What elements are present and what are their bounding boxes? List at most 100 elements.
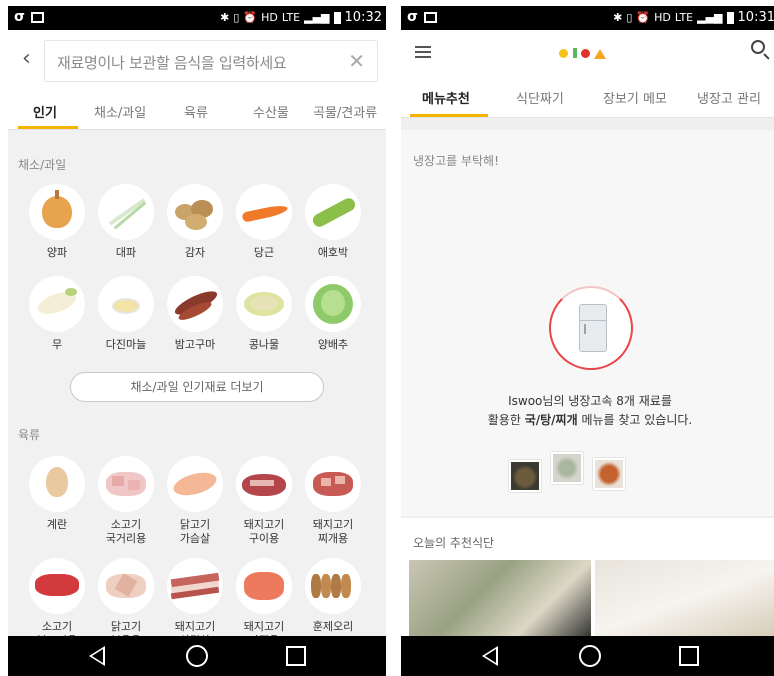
ingredient-chicken-stirfry[interactable]: 닭고기볶음용 — [93, 558, 159, 636]
bluetooth-icon: ✱ — [613, 11, 623, 24]
active-tab-indicator — [18, 126, 78, 129]
ingredient-beef-soup[interactable]: 소고기 국거리용 — [93, 456, 159, 546]
cabbage-icon — [305, 276, 361, 332]
fridge-status-message: Iswoo님의 냉장고속 8개 재료를 활용한 국/탕/찌개 메뉴를 찾고 있습… — [401, 392, 774, 430]
ingredient-minced-garlic[interactable]: 다진마늘 — [93, 276, 159, 352]
status-bar: σ ✱ ▯ ⏰ HD LTE ▂▄▆ 10:32 — [8, 6, 386, 30]
fridge-message-line1: Iswoo님의 냉장고속 8개 재료를 — [508, 394, 672, 408]
ground-pork-icon — [236, 558, 292, 614]
beef-soup-icon — [98, 456, 154, 512]
egg-icon — [29, 456, 85, 512]
fridge-card-title: 냉장고를 부탁해! — [413, 154, 499, 168]
ingredient-green-onion[interactable]: 대파 — [93, 184, 159, 260]
ingredient-zucchini[interactable]: 애호박 — [300, 184, 366, 260]
app-notification-icon: σ — [14, 9, 25, 25]
search-input[interactable]: 재료명이나 보관할 음식을 입력하세요 ✕ — [44, 40, 378, 82]
android-nav-bar — [8, 636, 386, 676]
ingredient-ground-pork[interactable]: 돼지고기다짐육 — [231, 558, 297, 636]
minced-garlic-icon — [98, 276, 154, 332]
alarm-icon: ⏰ — [636, 11, 651, 24]
tab-grains[interactable]: 곡물/견과류 — [313, 102, 377, 121]
search-icon[interactable] — [751, 40, 765, 54]
main-tabs: 메뉴추천 식단짜기 장보기 메모 냉장고 관리 — [401, 74, 774, 118]
hd-icon: HD — [654, 11, 671, 24]
ingredient-radish[interactable]: 무 — [24, 276, 90, 352]
status-time: 10:32 — [344, 10, 382, 25]
pork-grill-icon — [236, 456, 292, 512]
back-icon[interactable]: ‹ — [22, 48, 31, 70]
sweet-potato-icon — [167, 276, 223, 332]
fridge-icon — [579, 304, 607, 352]
ingredient-onion[interactable]: 양파 — [24, 184, 90, 260]
tab-seafood[interactable]: 수산물 — [253, 102, 289, 121]
more-vegetables-button[interactable]: 채소/과일 인기재료 더보기 — [70, 372, 324, 402]
nav-recent-apps-icon[interactable] — [286, 646, 306, 666]
fridge-message-line2: 활용한 국/탕/찌개 메뉴를 찾고 있습니다. — [487, 413, 693, 427]
menu-icon[interactable] — [415, 46, 431, 58]
ingredient-carrot[interactable]: 당근 — [231, 184, 297, 260]
tab-meal-plan[interactable]: 식단짜기 — [516, 88, 564, 107]
green-onion-icon — [98, 184, 154, 240]
tab-menu-recommend[interactable]: 메뉴추천 — [422, 88, 470, 107]
search-bar: ‹ 재료명이나 보관할 음식을 입력하세요 ✕ — [8, 30, 386, 88]
nav-back-icon[interactable] — [482, 646, 498, 666]
vibrate-icon: ▯ — [626, 11, 633, 24]
pork-stew-icon — [305, 456, 361, 512]
app-bar — [401, 30, 774, 74]
potato-icon — [167, 184, 223, 240]
ingredient-list: 채소/과일 양파 대파 감자 당근 애호박 무 다진마늘 밤고구마 콩나물 양배… — [8, 130, 386, 636]
section-title-vegetables: 채소/과일 — [18, 158, 67, 172]
chicken-breast-icon — [167, 456, 223, 512]
nav-home-icon[interactable] — [186, 645, 208, 667]
ingredient-pork-belly[interactable]: 돼지고기삼겹살 — [162, 558, 228, 636]
signal-icon: ▂▄▆ — [697, 11, 723, 24]
menu-thumbnails — [509, 452, 629, 492]
tab-vegetables[interactable]: 채소/과일 — [94, 102, 146, 121]
hd-icon: HD — [261, 11, 278, 24]
nav-home-icon[interactable] — [579, 645, 601, 667]
ingredient-egg[interactable]: 계란 — [24, 456, 90, 532]
image-notification-icon — [30, 11, 44, 23]
menu-thumbnail — [509, 460, 541, 492]
pork-belly-icon — [167, 558, 223, 614]
right-phone-screen: σ ✱ ▯ ⏰ HD LTE ▂▄▆ 10:31 메뉴추천 식단짜기 장보기 메… — [401, 6, 774, 676]
battery-icon — [333, 11, 341, 24]
tab-shopping-memo[interactable]: 장보기 메모 — [603, 88, 667, 107]
network-label: LTE — [674, 11, 694, 24]
tab-meat[interactable]: 육류 — [184, 102, 208, 121]
section-title-meat: 육류 — [18, 428, 41, 442]
ingredient-sweet-potato[interactable]: 밤고구마 — [162, 276, 228, 352]
ingredient-bean-sprout[interactable]: 콩나물 — [231, 276, 297, 352]
ingredient-pork-stew[interactable]: 돼지고기 찌개용 — [300, 456, 366, 546]
vibrate-icon: ▯ — [233, 11, 240, 24]
chicken-stirfry-icon — [98, 558, 154, 614]
app-logo — [559, 46, 623, 60]
ingredient-pork-grill[interactable]: 돼지고기 구이용 — [231, 456, 297, 546]
signal-icon: ▂▄▆ — [304, 11, 330, 24]
battery-icon — [726, 11, 734, 24]
ingredient-cabbage[interactable]: 양배추 — [300, 276, 366, 352]
search-placeholder: 재료명이나 보관할 음식을 입력하세요 — [57, 54, 287, 72]
alarm-icon: ⏰ — [243, 11, 258, 24]
ingredient-chicken-breast[interactable]: 닭고기 가슴살 — [162, 456, 228, 546]
nav-recent-apps-icon[interactable] — [679, 646, 699, 666]
app-notification-icon: σ — [407, 9, 418, 25]
beef-bulgogi-icon — [29, 558, 85, 614]
clear-icon[interactable]: ✕ — [348, 49, 365, 73]
status-time: 10:31 — [737, 10, 774, 25]
nav-back-icon[interactable] — [89, 646, 105, 666]
tab-fridge-manage[interactable]: 냉장고 관리 — [697, 88, 761, 107]
ingredient-beef-bulgogi[interactable]: 소고기불고기용 — [24, 558, 90, 636]
meal-photo[interactable] — [595, 560, 774, 640]
ingredient-potato[interactable]: 감자 — [162, 184, 228, 260]
onion-icon — [29, 184, 85, 240]
meal-photo[interactable] — [409, 560, 591, 640]
smoked-duck-icon — [305, 558, 361, 614]
tab-popular[interactable]: 인기 — [33, 102, 57, 121]
bluetooth-icon: ✱ — [220, 11, 230, 24]
category-tabs: 인기 채소/과일 육류 수산물 곡물/견과류 — [8, 88, 386, 130]
active-tab-indicator — [410, 114, 488, 117]
status-bar: σ ✱ ▯ ⏰ HD LTE ▂▄▆ 10:31 — [401, 6, 774, 30]
ingredient-smoked-duck[interactable]: 훈제오리 — [300, 558, 366, 634]
bean-sprout-icon — [236, 276, 292, 332]
